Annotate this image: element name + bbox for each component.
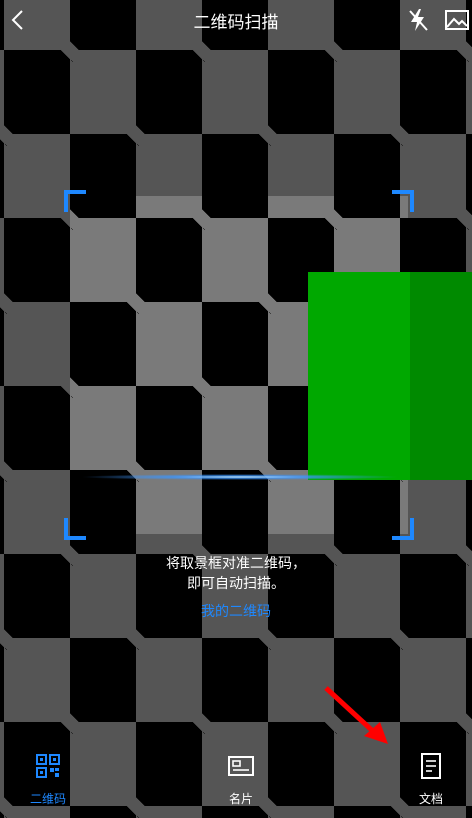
qr-code-icon	[36, 754, 60, 778]
flash-toggle-button[interactable]	[404, 6, 432, 34]
image-icon	[445, 10, 469, 30]
scan-hint-line1: 将取景框对准二维码，	[166, 556, 306, 572]
scan-hint-line2: 即可自动扫描。	[187, 576, 285, 592]
tab-qr-code[interactable]: 二维码	[8, 752, 88, 812]
scan-hint: 将取景框对准二维码， 即可自动扫描。	[0, 554, 472, 594]
green-object	[308, 272, 472, 480]
scan-frame-corner-top-left	[64, 190, 86, 212]
tab-document[interactable]: 文档	[391, 752, 471, 812]
red-arrow-icon	[324, 686, 388, 744]
business-card-icon	[228, 756, 254, 776]
tab-document-label: 文档	[418, 792, 443, 806]
scan-line	[80, 474, 400, 480]
scan-frame-corner-bottom-left	[64, 518, 86, 540]
scan-frame-corner-bottom-right	[392, 518, 414, 540]
gallery-button[interactable]	[444, 6, 470, 34]
my-qr-link[interactable]: 我的二维码	[0, 601, 472, 621]
tab-qr-code-label: 二维码	[29, 792, 66, 806]
page-title: 二维码扫描	[193, 13, 279, 33]
scan-frame-corner-top-right	[392, 190, 414, 212]
flash-off-icon	[409, 9, 428, 31]
tab-business-card-label: 名片	[228, 792, 253, 806]
tab-business-card[interactable]: 名片	[201, 752, 281, 812]
header: 二维码扫描	[0, 0, 472, 40]
document-icon	[421, 753, 441, 779]
